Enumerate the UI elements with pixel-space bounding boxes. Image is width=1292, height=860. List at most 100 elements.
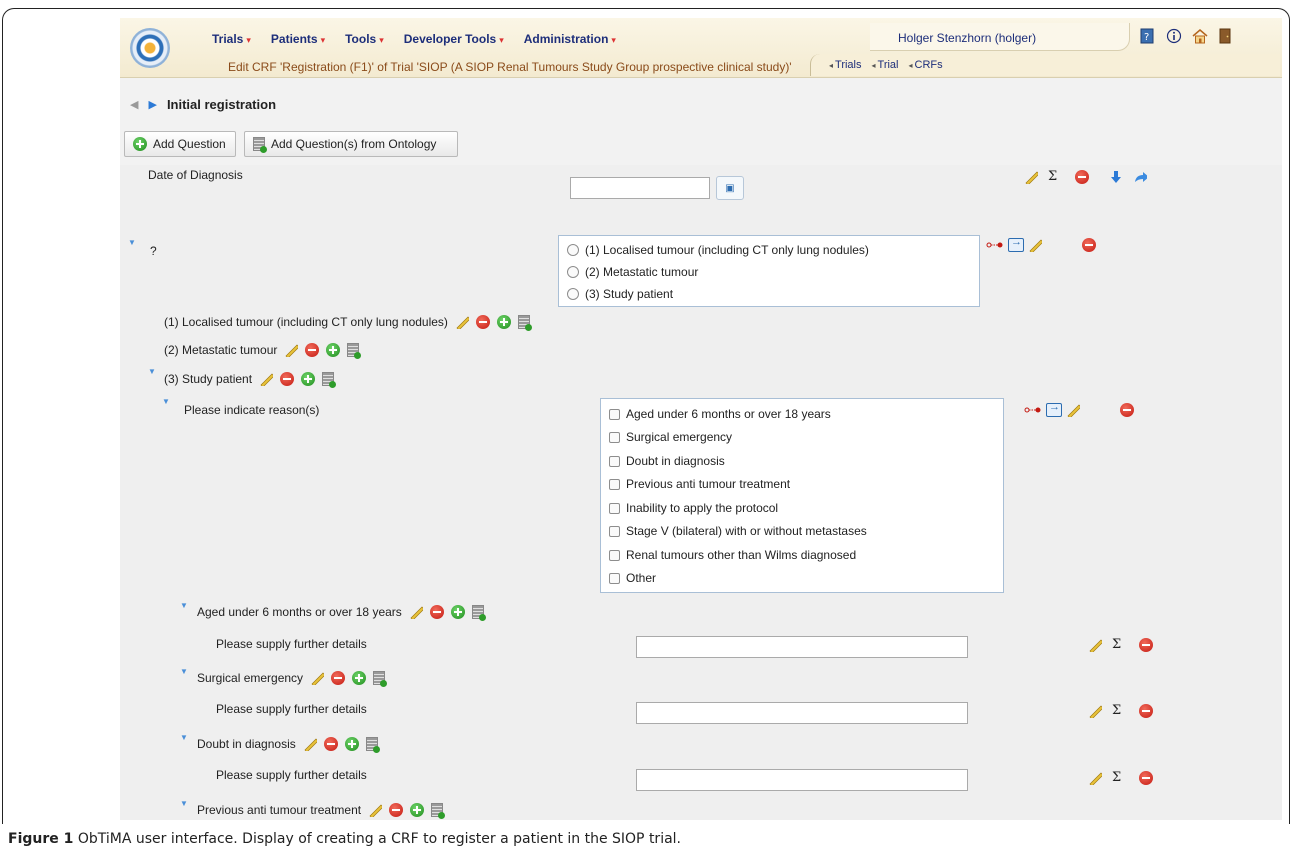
edit-pencil-icon[interactable] <box>1088 771 1102 785</box>
expander-icon[interactable]: ▼ <box>180 601 188 610</box>
delete-icon[interactable] <box>1139 637 1154 652</box>
radio-button[interactable] <box>567 244 579 256</box>
ontology-icon[interactable] <box>471 605 486 621</box>
add-icon[interactable] <box>326 343 341 357</box>
add-icon[interactable] <box>352 671 367 685</box>
details-input[interactable] <box>636 769 968 791</box>
radio-option[interactable]: (1) Localised tumour (including CT only … <box>567 243 869 257</box>
menu-developer-tools[interactable]: Developer Tools ▾ <box>404 32 504 46</box>
edit-pencil-icon[interactable] <box>1024 170 1038 184</box>
checkbox[interactable] <box>609 502 620 514</box>
delete-icon[interactable] <box>389 803 404 817</box>
edit-pencil-icon[interactable] <box>1088 704 1102 718</box>
crumb-trial[interactable]: ◂ Trial <box>872 59 899 76</box>
radio-button[interactable] <box>567 266 579 278</box>
menu-patients[interactable]: Patients ▾ <box>271 32 325 46</box>
add-from-ontology-button[interactable]: Add Question(s) from Ontology <box>244 131 458 157</box>
delete-icon[interactable] <box>429 605 444 619</box>
add-icon[interactable] <box>301 372 316 386</box>
delete-icon[interactable] <box>280 372 295 386</box>
checkbox-option[interactable]: Renal tumours other than Wilms diagnosed <box>609 548 856 562</box>
delete-icon[interactable] <box>323 737 338 751</box>
calendar-button[interactable]: ▣ <box>716 176 744 200</box>
checkbox[interactable] <box>609 525 620 537</box>
add-icon[interactable] <box>450 605 465 619</box>
edit-pencil-icon[interactable] <box>368 803 383 817</box>
delete-icon[interactable] <box>1120 403 1134 417</box>
checkbox-option[interactable]: Surgical emergency <box>609 430 732 444</box>
move-share-icon[interactable] <box>1133 170 1148 184</box>
edit-pencil-icon[interactable] <box>455 315 469 329</box>
checkbox[interactable] <box>609 478 620 490</box>
checkbox[interactable] <box>609 431 620 443</box>
details-input[interactable] <box>636 636 968 658</box>
condition-link-icon[interactable] <box>1024 405 1042 415</box>
expander-icon[interactable]: ▼ <box>180 667 188 676</box>
sigma-icon[interactable]: Σ <box>1112 637 1121 652</box>
jump-icon[interactable] <box>1046 401 1062 417</box>
move-down-icon[interactable] <box>1109 170 1123 184</box>
ontology-icon[interactable] <box>431 803 446 819</box>
delete-icon[interactable] <box>1082 238 1096 252</box>
edit-pencil-icon[interactable] <box>1028 238 1042 252</box>
checkbox[interactable] <box>609 572 620 584</box>
sigma-icon[interactable]: Σ <box>1112 703 1121 718</box>
delete-icon[interactable] <box>1075 169 1090 184</box>
edit-pencil-icon[interactable] <box>1088 638 1102 652</box>
home-icon[interactable] <box>1192 28 1208 44</box>
checkbox[interactable] <box>609 408 620 420</box>
edit-pencil-icon[interactable] <box>303 737 317 751</box>
radio-option[interactable]: (3) Study patient <box>567 287 673 301</box>
delete-icon[interactable] <box>1139 703 1154 718</box>
checkbox-option[interactable]: Aged under 6 months or over 18 years <box>609 407 831 421</box>
expander-icon[interactable]: ▼ <box>148 367 156 376</box>
checkbox[interactable] <box>609 455 620 467</box>
menu-tools[interactable]: Tools ▾ <box>345 32 384 46</box>
user-name[interactable]: Holger Stenzhorn (holger) <box>898 31 1036 45</box>
checkbox[interactable] <box>609 549 620 561</box>
obtima-logo[interactable] <box>130 28 170 68</box>
edit-pencil-icon[interactable] <box>284 343 299 357</box>
ontology-icon[interactable] <box>347 343 362 359</box>
checkbox-option[interactable]: Inability to apply the protocol <box>609 501 778 515</box>
date-input[interactable] <box>570 177 710 199</box>
radio-button[interactable] <box>567 288 579 300</box>
menu-trials[interactable]: Trials ▾ <box>212 32 251 46</box>
menu-administration[interactable]: Administration ▾ <box>524 32 616 46</box>
delete-icon[interactable] <box>305 343 320 357</box>
add-icon[interactable] <box>410 803 425 817</box>
logout-door-icon[interactable] <box>1218 28 1232 44</box>
details-input[interactable] <box>636 702 968 724</box>
checkbox-option[interactable]: Previous anti tumour treatment <box>609 477 790 491</box>
sigma-icon[interactable]: Σ <box>1048 169 1057 184</box>
condition-link-icon[interactable] <box>986 240 1004 250</box>
sigma-icon[interactable]: Σ <box>1112 770 1121 785</box>
expander-icon[interactable]: ▼ <box>162 397 170 406</box>
info-icon[interactable] <box>1166 28 1182 44</box>
radio-option[interactable]: (2) Metastatic tumour <box>567 265 698 279</box>
checkbox-option[interactable]: Doubt in diagnosis <box>609 454 725 468</box>
ontology-icon[interactable] <box>322 372 337 388</box>
edit-pencil-icon[interactable] <box>409 605 423 619</box>
help-book-icon[interactable]: ? <box>1140 28 1154 44</box>
ontology-icon[interactable] <box>365 737 380 753</box>
jump-icon[interactable] <box>1008 236 1024 252</box>
delete-icon[interactable] <box>331 671 346 685</box>
crumb-trials[interactable]: ◂ Trials <box>829 59 862 76</box>
checkbox-option[interactable]: Other <box>609 571 656 585</box>
next-section-icon[interactable]: ▶ <box>148 98 156 111</box>
expander-icon[interactable]: ▼ <box>180 799 188 808</box>
expander-icon[interactable]: ▼ <box>180 733 188 742</box>
delete-icon[interactable] <box>475 315 490 329</box>
delete-icon[interactable] <box>1139 770 1154 785</box>
previous-section-icon[interactable]: ◀ <box>130 98 138 111</box>
expander-icon[interactable]: ▼ <box>128 238 136 247</box>
add-icon[interactable] <box>496 315 511 329</box>
crumb-crfs[interactable]: ◂ CRFs <box>909 59 943 76</box>
edit-pencil-icon[interactable] <box>310 671 325 685</box>
ontology-icon[interactable] <box>373 671 388 687</box>
ontology-icon[interactable] <box>517 315 532 331</box>
edit-pencil-icon[interactable] <box>259 372 274 386</box>
add-icon[interactable] <box>344 737 359 751</box>
checkbox-option[interactable]: Stage V (bilateral) with or without meta… <box>609 524 867 538</box>
